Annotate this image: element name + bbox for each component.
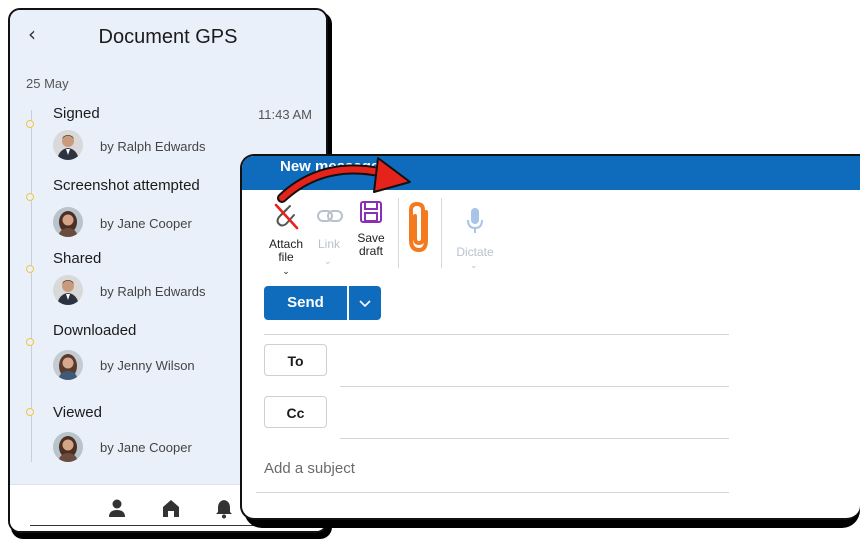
cc-field-underline xyxy=(340,438,729,439)
event-title: Signed xyxy=(53,105,100,122)
event-actor: by Ralph Edwards xyxy=(100,284,206,299)
subject-underline xyxy=(256,492,729,493)
event-title: Shared xyxy=(53,250,102,267)
to-field[interactable] xyxy=(340,346,729,384)
dictate-button: Dictate xyxy=(456,245,494,259)
attach-label: Attach file xyxy=(269,237,304,264)
event-time: 11:43 AM xyxy=(258,107,312,122)
avatar xyxy=(53,130,83,160)
timeline-dot xyxy=(26,338,34,346)
event-actor: by Ralph Edwards xyxy=(100,139,206,154)
timeline-dot xyxy=(26,120,34,128)
chevron-down-icon: ⌄ xyxy=(470,260,478,270)
event-title: Viewed xyxy=(53,404,102,421)
bell-icon[interactable] xyxy=(213,497,235,519)
person-icon[interactable] xyxy=(106,497,128,519)
event-actor: by Jenny Wilson xyxy=(100,358,195,373)
event-actor: by Jane Cooper xyxy=(100,216,192,231)
to-button[interactable]: To xyxy=(264,344,327,376)
to-field-underline xyxy=(340,386,729,387)
send-button[interactable]: Send xyxy=(264,286,347,320)
home-icon[interactable] xyxy=(160,497,182,519)
timeline-dot xyxy=(26,408,34,416)
microphone-icon xyxy=(467,208,483,233)
avatar xyxy=(53,432,83,462)
chevron-down-icon: ⌄ xyxy=(282,266,290,276)
avatar xyxy=(53,207,83,237)
toolbar-separator xyxy=(441,198,442,268)
avatar xyxy=(53,275,83,305)
save-draft-button[interactable]: Save draft xyxy=(355,232,387,258)
cc-button[interactable]: Cc xyxy=(264,396,327,428)
send-options-button[interactable] xyxy=(349,286,381,320)
page-title: Document GPS xyxy=(98,26,238,48)
cc-field[interactable] xyxy=(340,398,729,436)
event-title: Screenshot attempted xyxy=(53,177,200,194)
timeline-dot xyxy=(26,265,34,273)
divider xyxy=(264,334,729,335)
timeline-date: 25 May xyxy=(26,76,69,91)
chevron-down-icon xyxy=(359,300,371,308)
gps-header: ‹ Document GPS xyxy=(10,10,326,66)
event-title: Downloaded xyxy=(53,322,137,339)
avatar xyxy=(53,350,83,380)
red-arrow-icon xyxy=(277,157,411,203)
subject-input[interactable] xyxy=(264,456,724,480)
attach-file-button[interactable]: Attach file ⌄ xyxy=(266,238,306,278)
link-button: Link xyxy=(317,237,340,251)
event-actor: by Jane Cooper xyxy=(100,440,192,455)
chevron-down-icon: ⌄ xyxy=(324,256,332,266)
timeline-dot xyxy=(26,193,34,201)
